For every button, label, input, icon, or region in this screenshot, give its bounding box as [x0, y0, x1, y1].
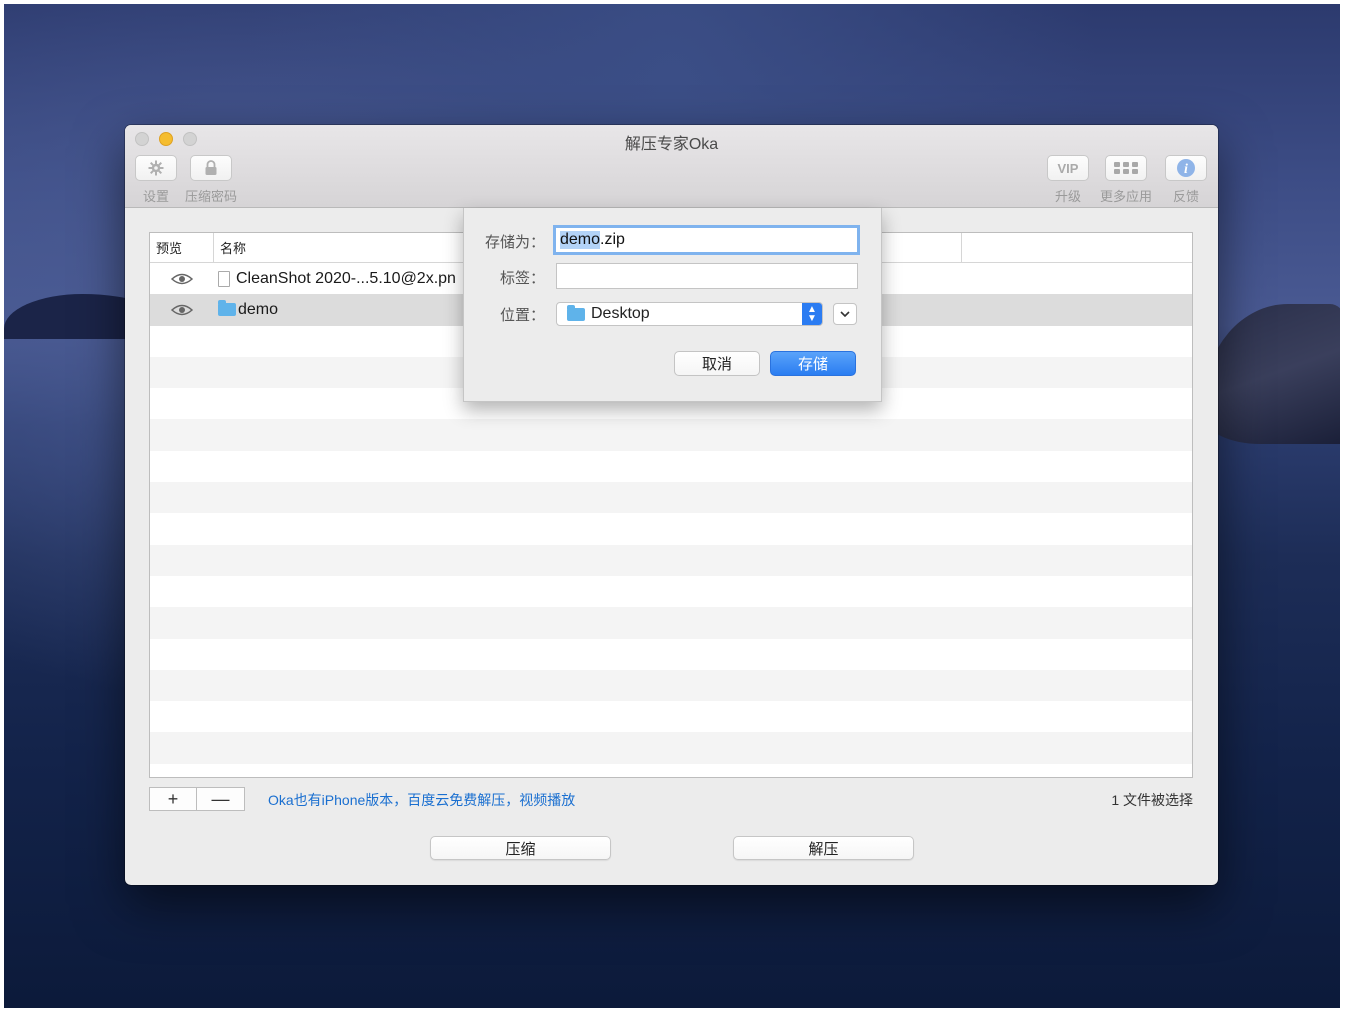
more-apps-label: 更多应用	[1100, 189, 1153, 204]
filename-selected-text: demo	[560, 231, 601, 249]
island-right	[1204, 304, 1340, 444]
feedback-label: 反馈	[1172, 189, 1199, 204]
settings-label: 设置	[142, 189, 169, 204]
save-as-label: 存储为：	[484, 234, 545, 251]
remove-button[interactable]: —	[197, 787, 245, 811]
row-name: CleanShot 2020-...5.10@2x.pn	[218, 270, 456, 288]
feedback-button[interactable]: i 反馈	[1165, 155, 1207, 205]
upgrade-vip-button[interactable]: VIP 升级	[1047, 155, 1089, 205]
lock-icon	[190, 155, 232, 181]
extract-button[interactable]: 解压	[733, 836, 914, 860]
bottom-bar: + — Oka也有iPhone版本，百度云免费解压，视频播放 1 文件被选择	[149, 787, 1193, 813]
row-name: demo	[218, 300, 279, 319]
grid-icon	[1105, 155, 1147, 181]
promo-link[interactable]: Oka也有iPhone版本，百度云免费解压，视频播放	[268, 790, 575, 810]
expand-button[interactable]	[833, 303, 857, 325]
file-icon	[218, 270, 230, 287]
empty-row	[150, 607, 1192, 639]
compress-password-button[interactable]: 压缩密码	[185, 155, 237, 205]
compress-password-label: 压缩密码	[185, 189, 238, 204]
eye-icon[interactable]	[150, 273, 214, 285]
add-remove-group: + —	[149, 787, 245, 811]
empty-row	[150, 732, 1192, 764]
empty-row	[150, 639, 1192, 670]
window-title: 解压专家Oka	[624, 136, 719, 153]
info-icon: i	[1165, 155, 1207, 181]
eye-icon[interactable]	[150, 304, 214, 316]
empty-row	[150, 419, 1192, 451]
updown-arrows-icon: ▲ ▼	[802, 303, 822, 325]
filename-input[interactable]: demo .zip	[553, 225, 860, 255]
chevron-down-icon	[840, 311, 850, 317]
location-value: Desktop	[591, 305, 650, 322]
empty-row	[150, 669, 1192, 702]
location-popup[interactable]: Desktop ▲ ▼	[556, 302, 823, 326]
titlebar: 解压专家Oka 设置 压缩密码 VIP 升级 更多应用 i 反馈	[125, 125, 1218, 208]
column-extra[interactable]	[962, 233, 1192, 262]
tags-label: 标签：	[499, 270, 545, 287]
upgrade-label: 升级	[1054, 189, 1081, 204]
gear-icon	[135, 155, 177, 181]
folder-icon	[567, 304, 585, 321]
settings-button[interactable]: 设置	[135, 155, 177, 205]
folder-name: demo	[238, 300, 279, 318]
tags-input[interactable]	[556, 263, 858, 289]
file-name: CleanShot 2020-...5.10@2x.pn	[236, 269, 456, 287]
empty-row	[150, 451, 1192, 482]
empty-row	[150, 701, 1192, 732]
column-preview[interactable]: 预览	[150, 233, 214, 262]
svg-text:i: i	[1184, 162, 1188, 177]
empty-row	[150, 544, 1192, 576]
location-label: 位置：	[499, 307, 545, 324]
selection-status: 1 文件被选择	[1111, 792, 1193, 808]
cancel-button[interactable]: 取消	[674, 351, 760, 376]
add-button[interactable]: +	[149, 787, 197, 811]
more-apps-button[interactable]: 更多应用	[1100, 155, 1152, 205]
save-button[interactable]: 存储	[770, 351, 856, 376]
vip-icon: VIP	[1047, 155, 1089, 181]
save-sheet: 存储为： demo .zip 标签： 位置： Desktop ▲ ▼ 取消 存储	[463, 208, 882, 402]
empty-row	[150, 576, 1192, 607]
empty-row	[150, 482, 1192, 514]
empty-row	[150, 513, 1192, 544]
compress-button[interactable]: 压缩	[430, 836, 611, 860]
folder-icon	[218, 300, 236, 317]
filename-extension: .zip	[600, 231, 625, 248]
